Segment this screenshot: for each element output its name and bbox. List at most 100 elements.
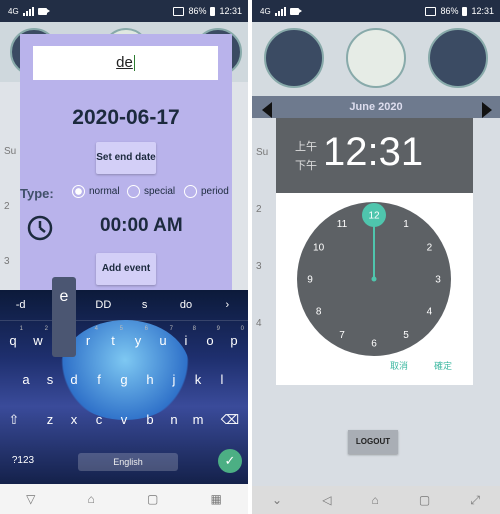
next-month-icon[interactable] [482,102,492,118]
calendar-column: Su 2 3 4 [256,147,269,329]
event-date[interactable]: 2020-06-17 [20,106,232,130]
cast-icon [425,6,437,16]
hide-keyboard-icon[interactable]: ⌄ [272,493,282,507]
key-b[interactable]: b [140,412,160,427]
radio-unchecked-icon [127,185,140,198]
key-y[interactable]: y6 [128,326,148,348]
clock-number-6[interactable]: 6 [371,339,377,350]
keyboard-icon[interactable]: ▦ [211,492,222,506]
clock-number-2[interactable]: 2 [427,243,433,254]
key-t[interactable]: t5 [103,326,123,348]
key-o[interactable]: o9 [200,326,220,348]
cast-icon [173,6,185,16]
avatar [264,28,324,88]
calendar-month: June 2020 [252,96,500,118]
text-cursor [133,55,135,72]
clock-number-8[interactable]: 8 [316,307,322,318]
radio-normal[interactable]: normal [72,185,120,198]
add-event-dialog: de 2020-06-17 Set end date Type: normal … [20,34,232,290]
key-z[interactable]: z [40,412,60,427]
clock-dial[interactable]: 121234567891011 [276,197,473,357]
enter-key[interactable]: ✓ [218,449,242,473]
pm-label[interactable]: 下午 [295,157,317,176]
back-icon[interactable]: ▽ [26,492,35,506]
key-r[interactable]: r4 [78,326,98,348]
delete-key[interactable]: ⌫ [220,412,240,428]
radio-special[interactable]: special [127,185,175,198]
camera-icon [37,7,50,15]
signal-icon [274,6,286,16]
suggestion-item[interactable]: -d [0,299,41,311]
nav-bar: ▽ ⌂ ▢ ▦ [0,484,248,514]
home-icon[interactable]: ⌂ [88,492,95,506]
key-n[interactable]: n [164,412,184,427]
key-x[interactable]: x [64,412,84,427]
event-time[interactable]: 00:00 AM [100,215,183,237]
am-label[interactable]: 上午 [295,138,317,157]
suggestion-item[interactable]: s [124,299,165,311]
am-pm-toggle[interactable]: 上午 下午 [295,138,317,176]
battery-percent: 86% [188,6,207,16]
clock-number-10[interactable]: 10 [313,243,325,254]
logout-button[interactable]: LOGOUT [348,430,398,454]
key-v[interactable]: v [114,412,134,427]
key-l[interactable]: l [212,372,232,387]
avatar [346,28,406,88]
clock-number-7[interactable]: 7 [339,330,345,341]
selected-time[interactable]: 12:31 [323,130,423,175]
clock-number-3[interactable]: 3 [435,275,441,286]
key-m[interactable]: m [188,412,208,427]
key-a[interactable]: a [16,372,36,387]
key-p[interactable]: p0 [224,326,244,348]
clock-number-12[interactable]: 12 [368,211,380,222]
home-icon[interactable]: ⌂ [372,493,379,507]
suggestion-more-icon[interactable]: › [207,299,248,311]
clock-number-1[interactable]: 1 [403,219,409,230]
prev-month-icon[interactable] [262,102,272,118]
key-preview-popup: e [52,277,76,357]
key-c[interactable]: c [89,412,109,427]
suggestion-item[interactable]: do [165,299,206,311]
avatar [428,28,488,88]
key-i[interactable]: i8 [176,326,196,348]
radio-period[interactable]: period [184,185,229,198]
screenshot-icon[interactable]: ⤢ [470,493,480,508]
type-label: Type: [20,186,54,201]
calendar-column: Su 2 3 [4,146,17,267]
key-d[interactable]: d [64,372,84,387]
suggestion-bar: -d D DD s do › [0,290,248,321]
status-bar: 4G 86% 12:31 [0,0,248,22]
clock-number-11[interactable]: 11 [337,219,348,230]
back-icon[interactable]: ◁ [322,493,331,507]
network-label: 4G [260,6,271,16]
clock-number-9[interactable]: 9 [307,275,313,286]
time-picker-header: 上午 下午 12:31 [276,118,473,193]
space-key[interactable]: English [78,453,178,471]
key-g[interactable]: g [114,372,134,387]
add-event-button[interactable]: Add event [96,253,156,285]
set-end-date-button[interactable]: Set end date [96,142,156,174]
nav-bar: ⌄ ◁ ⌂ ▢ ⤢ [252,486,500,514]
camera-icon [289,7,302,15]
key-h[interactable]: h [140,372,160,387]
event-title-input[interactable]: de [33,46,218,80]
battery-icon [462,6,468,16]
clock-number-5[interactable]: 5 [403,330,409,341]
key-j[interactable]: j [164,372,184,387]
clock-icon[interactable] [26,214,54,242]
clock-number-4[interactable]: 4 [427,307,433,318]
battery-icon [210,6,216,16]
ok-button[interactable]: 確定 [434,359,452,372]
key-k[interactable]: k [188,372,208,387]
key-s[interactable]: s [40,372,60,387]
recents-icon[interactable]: ▢ [419,493,430,507]
key-w[interactable]: w2 [28,326,48,348]
suggestion-item[interactable]: DD [83,299,124,311]
key-q[interactable]: q1 [3,326,23,348]
key-u[interactable]: u7 [153,326,173,348]
recents-icon[interactable]: ▢ [147,492,158,506]
symbols-key[interactable]: ?123 [8,455,38,466]
cancel-button[interactable]: 取消 [390,359,408,372]
key-f[interactable]: f [89,372,109,387]
shift-key[interactable]: ⇧ [4,412,24,428]
